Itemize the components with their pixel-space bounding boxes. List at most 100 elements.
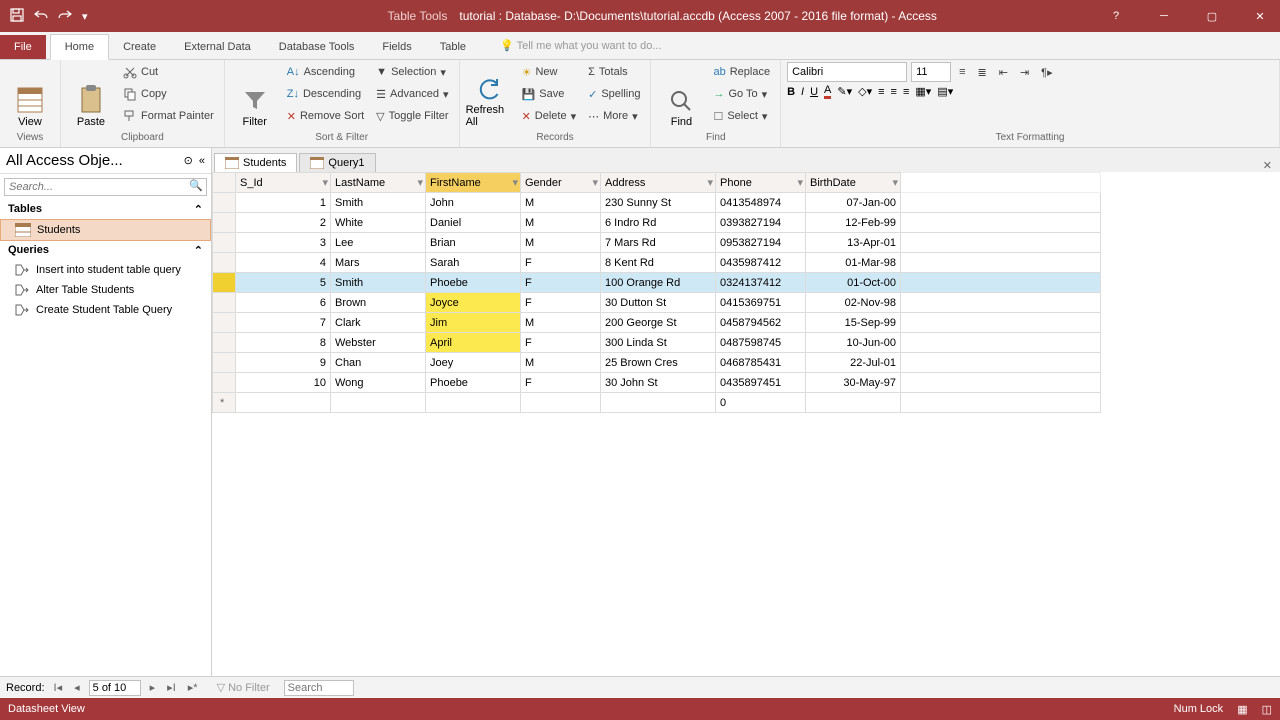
next-record-icon[interactable]: ▸ [147, 681, 159, 694]
row-selector[interactable] [213, 313, 236, 333]
find-button[interactable]: Find [657, 62, 705, 128]
nav-dropdown-icon[interactable]: ⊙ [184, 154, 193, 167]
tab-home[interactable]: Home [50, 34, 109, 60]
advanced-button[interactable]: ☰Advanced▾ [372, 84, 452, 104]
record-search-input[interactable] [284, 680, 354, 696]
cell[interactable]: Webster [331, 333, 426, 353]
row-selector[interactable] [213, 193, 236, 213]
cell[interactable]: 0468785431 [716, 353, 806, 373]
gridlines-icon[interactable]: ▦▾ [915, 85, 931, 98]
cell[interactable]: 7 Mars Rd [601, 233, 716, 253]
cell[interactable]: 0435987412 [716, 253, 806, 273]
cell[interactable]: 0487598745 [716, 333, 806, 353]
row-selector[interactable] [213, 233, 236, 253]
refresh-all-button[interactable]: Refresh All [466, 62, 514, 128]
cell[interactable]: 2 [236, 213, 331, 233]
descending-button[interactable]: Z↓Descending [283, 84, 368, 104]
table-row[interactable]: 9ChanJoeyM25 Brown Cres046878543122-Jul-… [213, 353, 1101, 373]
cell[interactable]: Phoebe [426, 273, 521, 293]
cell[interactable]: 01-Mar-98 [806, 253, 901, 273]
table-row[interactable]: 10WongPhoebeF30 John St043589745130-May-… [213, 373, 1101, 393]
cell[interactable]: White [331, 213, 426, 233]
cell[interactable]: 30-May-97 [806, 373, 901, 393]
cell[interactable]: 9 [236, 353, 331, 373]
new-record-button[interactable]: ☀New [518, 62, 581, 82]
font-size-input[interactable] [911, 62, 951, 82]
cell[interactable]: Smith [331, 193, 426, 213]
view-design-icon[interactable]: ◫ [1262, 703, 1272, 716]
cell[interactable] [806, 393, 901, 413]
cell[interactable]: 6 Indro Rd [601, 213, 716, 233]
cell[interactable]: Sarah [426, 253, 521, 273]
fill-color-button[interactable]: ◇▾ [858, 85, 872, 98]
cell[interactable]: 0415369751 [716, 293, 806, 313]
cell[interactable]: F [521, 293, 601, 313]
tab-create[interactable]: Create [109, 35, 170, 59]
cell[interactable]: 0413548974 [716, 193, 806, 213]
nav-collapse-icon[interactable]: « [199, 155, 205, 167]
table-row[interactable]: 4MarsSarahF8 Kent Rd043598741201-Mar-98 [213, 253, 1101, 273]
cell[interactable] [426, 393, 521, 413]
cell[interactable] [601, 393, 716, 413]
search-icon[interactable]: 🔍 [186, 179, 206, 195]
cut-button[interactable]: Cut [119, 62, 218, 82]
indent-dec-icon[interactable]: ⇤ [995, 62, 1012, 82]
column-header[interactable]: Phone▾ [716, 173, 806, 193]
nav-search-input[interactable] [5, 179, 186, 195]
font-family-input[interactable] [787, 62, 907, 82]
cell[interactable]: F [521, 373, 601, 393]
cell[interactable]: F [521, 253, 601, 273]
cell[interactable]: M [521, 353, 601, 373]
copy-button[interactable]: Copy [119, 84, 218, 104]
datasheet-grid[interactable]: S_Id▾LastName▾FirstName▾Gender▾Address▾P… [212, 172, 1280, 676]
nav-query-item[interactable]: Alter Table Students [0, 280, 211, 300]
prev-record-icon[interactable]: ◂ [71, 681, 83, 694]
cell[interactable]: 0435897451 [716, 373, 806, 393]
cell[interactable]: 3 [236, 233, 331, 253]
cell[interactable]: 0393827194 [716, 213, 806, 233]
nav-query-item[interactable]: Create Student Table Query [0, 300, 211, 320]
column-header[interactable]: LastName▾ [331, 173, 426, 193]
column-dropdown-icon[interactable]: ▾ [797, 176, 803, 189]
cell[interactable]: M [521, 233, 601, 253]
tab-external-data[interactable]: External Data [170, 35, 265, 59]
nav-table-item[interactable]: Students [0, 219, 211, 241]
cell[interactable] [236, 393, 331, 413]
more-button[interactable]: ⋯More▾ [584, 106, 644, 126]
column-dropdown-icon[interactable]: ▾ [512, 176, 518, 189]
cell[interactable]: John [426, 193, 521, 213]
row-selector[interactable] [213, 333, 236, 353]
goto-button[interactable]: →Go To▾ [709, 84, 774, 104]
cell[interactable]: 5 [236, 273, 331, 293]
minimize-icon[interactable]: ─ [1150, 10, 1178, 22]
cell[interactable]: Brian [426, 233, 521, 253]
column-dropdown-icon[interactable]: ▾ [892, 176, 898, 189]
cell[interactable]: 15-Sep-99 [806, 313, 901, 333]
select-all-cell[interactable] [213, 173, 236, 193]
cell[interactable]: Smith [331, 273, 426, 293]
column-dropdown-icon[interactable]: ▾ [322, 176, 328, 189]
column-header[interactable]: Gender▾ [521, 173, 601, 193]
cell[interactable]: M [521, 193, 601, 213]
table-row[interactable]: 3LeeBrianM7 Mars Rd095382719413-Apr-01 [213, 233, 1101, 253]
row-selector[interactable] [213, 373, 236, 393]
qat-customize-icon[interactable]: ▾ [82, 10, 88, 23]
cell[interactable]: F [521, 333, 601, 353]
undo-icon[interactable] [34, 9, 48, 24]
cell[interactable]: 01-Oct-00 [806, 273, 901, 293]
row-selector[interactable] [213, 253, 236, 273]
tab-fields[interactable]: Fields [368, 35, 425, 59]
object-tab[interactable]: Students [214, 153, 297, 172]
cell[interactable]: 100 Orange Rd [601, 273, 716, 293]
spelling-button[interactable]: ✓Spelling [584, 84, 644, 104]
cell[interactable]: 200 George St [601, 313, 716, 333]
column-dropdown-icon[interactable]: ▾ [707, 176, 713, 189]
selection-button[interactable]: ▼Selection▾ [372, 62, 452, 82]
column-header[interactable]: S_Id▾ [236, 173, 331, 193]
cell[interactable]: Jim [426, 313, 521, 333]
italic-button[interactable]: I [801, 86, 804, 98]
bold-button[interactable]: B [787, 86, 795, 98]
ascending-button[interactable]: A↓Ascending [283, 62, 368, 82]
record-position-input[interactable] [89, 680, 141, 696]
cell[interactable]: Joey [426, 353, 521, 373]
